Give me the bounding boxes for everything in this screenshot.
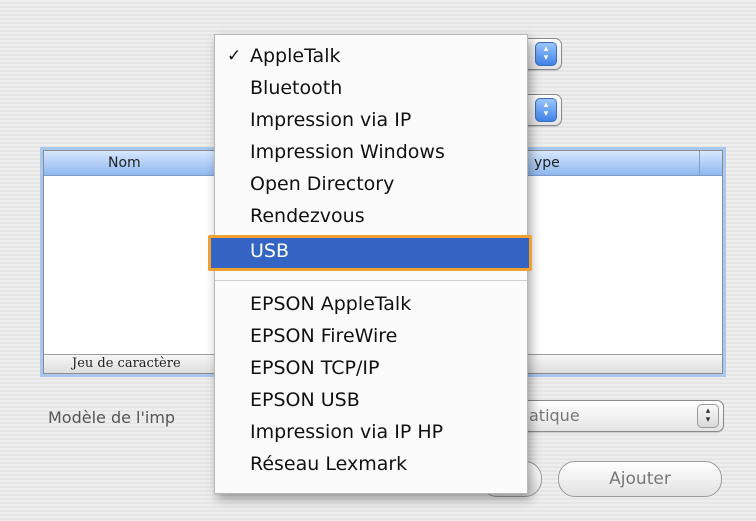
popup-arrows-icon: ▴ ▾ bbox=[697, 404, 719, 428]
checkmark-icon: ✓ bbox=[227, 46, 242, 66]
menu-item-epson-usb[interactable]: EPSON USB bbox=[215, 385, 527, 415]
menu-item-appletalk[interactable]: ✓ AppleTalk bbox=[215, 41, 527, 71]
menu-item-impression-via-ip[interactable]: Impression via IP bbox=[215, 105, 527, 135]
menu-item-impression-via-ip-hp[interactable]: Impression via IP HP bbox=[215, 417, 527, 447]
add-button[interactable]: Ajouter bbox=[558, 461, 722, 497]
menu-item-open-directory[interactable]: Open Directory bbox=[215, 169, 527, 199]
connection-type-menu: ✓ AppleTalk Bluetooth Impression via IP … bbox=[208, 34, 532, 494]
model-label: Modèle de l'imp bbox=[48, 408, 176, 427]
menu-item-reseau-lexmark[interactable]: Réseau Lexmark bbox=[215, 449, 527, 479]
column-header-name[interactable]: Nom bbox=[108, 151, 141, 175]
menu-item-impression-windows[interactable]: Impression Windows bbox=[215, 137, 527, 167]
column-divider bbox=[699, 151, 700, 175]
menu-item-epson-firewire[interactable]: EPSON FireWire bbox=[215, 321, 527, 351]
popup-arrows-icon: ▴ ▾ bbox=[535, 42, 557, 66]
menu-item-epson-appletalk[interactable]: EPSON AppleTalk bbox=[215, 289, 527, 319]
menu-item-usb[interactable]: USB bbox=[208, 235, 532, 271]
model-popup[interactable]: atique ▴ ▾ bbox=[500, 400, 724, 432]
popup-arrows-icon: ▴ ▾ bbox=[535, 98, 557, 122]
menu-item-bluetooth[interactable]: Bluetooth bbox=[215, 73, 527, 103]
menu-item-rendezvous[interactable]: Rendezvous bbox=[215, 201, 527, 231]
menu-item-epson-tcpip[interactable]: EPSON TCP/IP bbox=[215, 353, 527, 383]
model-value: atique bbox=[529, 406, 580, 425]
menu-separator bbox=[215, 280, 527, 281]
charset-label: Jeu de caractère bbox=[72, 356, 181, 371]
column-header-type[interactable]: ype bbox=[534, 151, 560, 175]
